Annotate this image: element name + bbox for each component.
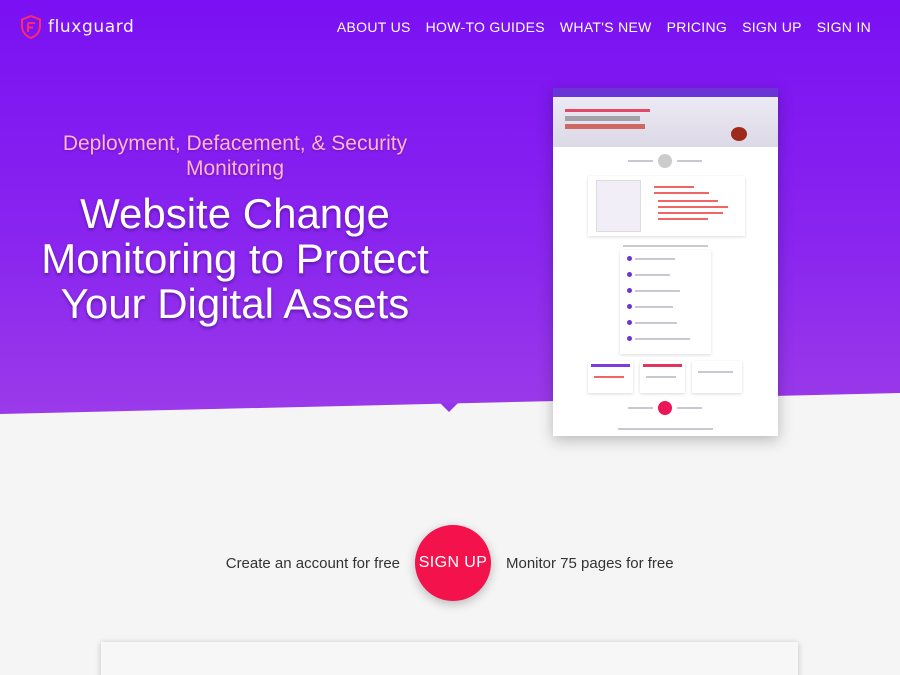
sign-up-button[interactable]: SIGN UP bbox=[415, 525, 491, 601]
preview-feature-card bbox=[588, 176, 745, 236]
content-card bbox=[101, 642, 798, 675]
signup-left-text: Create an account for free bbox=[225, 555, 400, 572]
hero-tagline: Deployment, Defacement, & Security Monit… bbox=[62, 132, 408, 180]
preview-checklist-card bbox=[620, 250, 711, 354]
signup-section: Create an account for free SIGN UP Monit… bbox=[0, 525, 900, 603]
ladybug-icon bbox=[731, 127, 747, 141]
nav-about-us[interactable]: ABOUT US bbox=[337, 19, 411, 35]
preview-hero bbox=[553, 97, 778, 147]
nav-sign-in[interactable]: SIGN IN bbox=[817, 19, 871, 35]
nav-sign-up[interactable]: SIGN UP bbox=[742, 19, 802, 35]
site-preview-screenshot bbox=[553, 88, 778, 436]
top-nav: fluxguard ABOUT US HOW-TO GUIDES WHAT'S … bbox=[0, 0, 900, 56]
shield-f-icon bbox=[21, 15, 41, 39]
brand-logo[interactable]: fluxguard bbox=[20, 15, 134, 39]
nav-pricing[interactable]: PRICING bbox=[667, 19, 727, 35]
nav-how-to-guides[interactable]: HOW-TO GUIDES bbox=[426, 19, 545, 35]
hero-notch bbox=[440, 403, 458, 412]
hero-headline: Website Change Monitoring to Protect You… bbox=[41, 190, 429, 327]
preview-navbar bbox=[553, 88, 778, 97]
nav-whats-new[interactable]: WHAT'S NEW bbox=[560, 19, 652, 35]
brand-name: fluxguard bbox=[48, 17, 135, 37]
nav-links: ABOUT US HOW-TO GUIDES WHAT'S NEW PRICIN… bbox=[337, 19, 871, 35]
signup-right-text: Monitor 75 pages for free bbox=[506, 555, 674, 572]
